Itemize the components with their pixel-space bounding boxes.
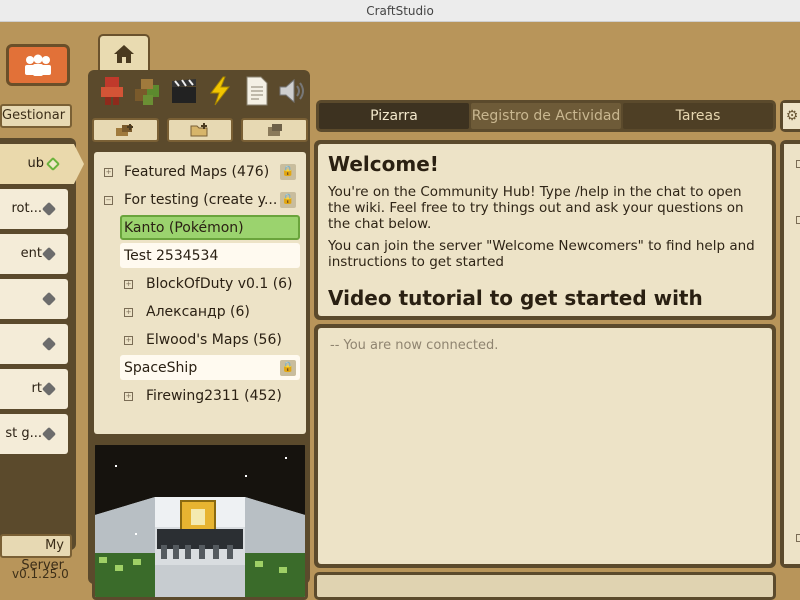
expand-icon[interactable]: + [124, 280, 133, 289]
tree-item-label: Elwood's Maps (56) [146, 332, 282, 348]
tree-item[interactable]: − For testing (create y... 🔒 [94, 186, 306, 214]
tree-item[interactable]: + Elwood's Maps (56) [94, 326, 306, 354]
expand-icon[interactable]: + [124, 308, 133, 317]
welcome-paragraph: You're on the Community Hub! Type /help … [328, 184, 744, 232]
status-icon [41, 426, 57, 442]
add-folder-icon [190, 123, 208, 137]
tree-item-label: Kanto (Pokémon) [124, 220, 244, 236]
expand-icon[interactable]: − [104, 196, 113, 205]
tree-item[interactable]: + Александр (6) [94, 298, 306, 326]
asset-toolbar [92, 70, 308, 112]
welcome-paragraph: You can join the server "Welcome Newcome… [328, 238, 755, 270]
scenes-icon[interactable] [168, 73, 201, 109]
whiteboard-content: Welcome! You're on the Community Hub! Ty… [318, 144, 772, 316]
sounds-icon[interactable] [275, 73, 308, 109]
tree-item-label: Александр (6) [146, 304, 250, 320]
tree-item[interactable]: SpaceShip 🔒 [94, 354, 306, 382]
version-label: v0.1.25.0 [12, 567, 69, 581]
status-icon [41, 381, 57, 397]
server-item[interactable]: ent [0, 234, 68, 274]
expand-icon[interactable]: + [104, 168, 113, 177]
window-title-bar: CraftStudio [0, 0, 800, 22]
tree-item-selected[interactable]: Kanto (Pokémon) [94, 214, 306, 242]
lock-icon: 🔒 [280, 164, 296, 180]
remove-project-icon [267, 124, 282, 136]
tab-tasks[interactable]: Tareas [623, 103, 773, 129]
lock-icon: 🔒 [280, 360, 296, 376]
app-frame: Gestionar ub rot... ent rt st g... My Se… [0, 22, 800, 600]
add-project-icon [116, 124, 134, 136]
member-list [784, 144, 800, 564]
expand-icon[interactable] [796, 160, 800, 168]
chat-input-container [314, 572, 776, 600]
project-tree: + Featured Maps (476) 🔒 − For testing (c… [94, 152, 306, 434]
server-item[interactable]: ub [0, 144, 84, 184]
home-icon [114, 45, 134, 63]
expand-icon[interactable] [796, 534, 800, 542]
project-actions [92, 118, 309, 144]
server-item-label: ub [27, 156, 45, 171]
expand-icon[interactable]: + [124, 336, 133, 345]
new-folder-button[interactable] [166, 118, 234, 142]
users-icon [25, 54, 51, 76]
tree-item[interactable]: + Featured Maps (476) 🔒 [94, 158, 306, 186]
scripts-icon[interactable] [203, 73, 236, 109]
chat-log: -- You are now connected. [318, 328, 772, 564]
tab-pizarra[interactable]: Pizarra [319, 103, 469, 129]
online-status-icon [45, 156, 61, 172]
video-tutorial-heading: Video tutorial to get started with [328, 286, 703, 310]
window-title: CraftStudio [366, 4, 434, 18]
server-item[interactable]: rot... [0, 189, 68, 229]
tab-activity-log[interactable]: Registro de Actividad [471, 103, 621, 129]
chat-message: -- You are now connected. [330, 338, 499, 353]
tree-item-label: Featured Maps (476) [124, 164, 270, 180]
server-list: ub rot... ent rt st g... [0, 138, 84, 550]
server-item[interactable] [0, 324, 68, 364]
tree-item-label: Firewing2311 (452) [146, 388, 282, 404]
community-users-button[interactable] [6, 44, 70, 86]
server-list-panel: ub rot... ent rt st g... [0, 138, 84, 550]
chat-input[interactable] [317, 575, 773, 597]
my-server-button[interactable]: My Server [0, 534, 72, 573]
tree-item-label: For testing (create y... [124, 192, 278, 208]
tree-item-label: Test 2534534 [124, 248, 219, 264]
tree-item[interactable]: + BlockOfDuty v0.1 (6) [94, 270, 306, 298]
server-item-label: rt [31, 381, 42, 396]
status-icon [41, 291, 57, 307]
project-preview-image [92, 442, 308, 600]
tree-item[interactable]: Test 2534534 [94, 242, 306, 270]
gear-icon: ⚙ [783, 103, 800, 129]
server-item-label: ent [20, 246, 42, 261]
welcome-heading: Welcome! [328, 152, 439, 176]
whiteboard-panel: Welcome! You're on the Community Hub! Ty… [314, 140, 776, 320]
map-blocks-icon[interactable] [132, 73, 165, 109]
models-icon[interactable] [96, 73, 129, 109]
server-item[interactable] [0, 279, 68, 319]
manage-button[interactable]: Gestionar [0, 104, 72, 128]
status-icon [41, 201, 57, 217]
settings-tab[interactable]: ⚙ [780, 100, 800, 132]
new-project-button[interactable] [92, 118, 159, 142]
tree-item[interactable]: + Firewing2311 (452) [94, 382, 306, 410]
home-tab[interactable] [98, 34, 150, 72]
status-icon [41, 246, 57, 262]
status-icon [41, 336, 57, 352]
main-tabs: Pizarra Registro de Actividad Tareas [316, 100, 776, 132]
member-list-panel [780, 140, 800, 568]
tree-item-label: BlockOfDuty v0.1 (6) [146, 276, 293, 292]
server-item[interactable]: rt [0, 369, 68, 409]
expand-icon[interactable] [796, 216, 800, 224]
chat-panel: -- You are now connected. [314, 324, 776, 568]
expand-icon[interactable]: + [124, 392, 133, 401]
documents-icon[interactable] [239, 73, 272, 109]
server-item[interactable]: st g... [0, 414, 68, 454]
server-item-label: st g... [5, 426, 42, 441]
delete-project-button[interactable] [241, 118, 309, 142]
lock-icon: 🔒 [280, 192, 296, 208]
server-item-label: rot... [11, 201, 42, 216]
tree-item-label: SpaceShip [124, 360, 198, 376]
